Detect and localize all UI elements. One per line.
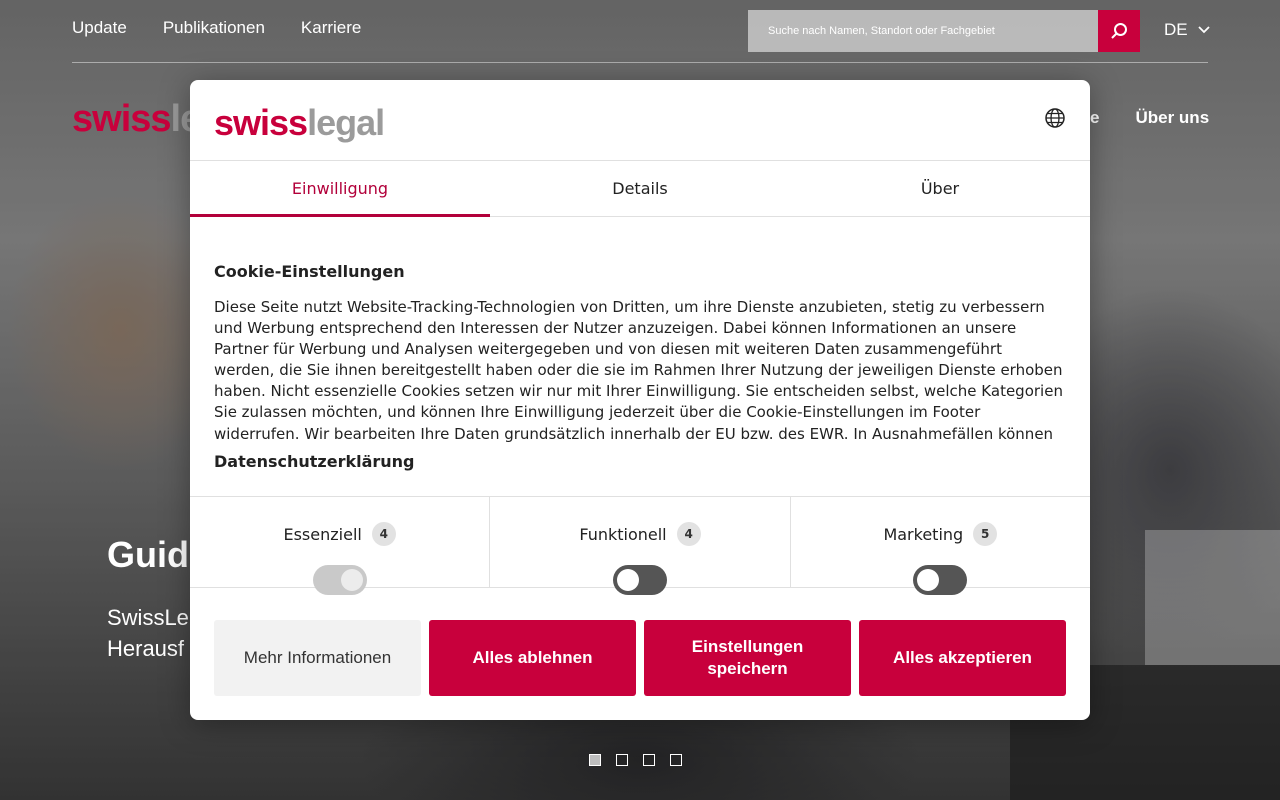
language-selector[interactable]: DE <box>1164 20 1210 40</box>
category-label: Essenziell <box>283 524 362 544</box>
slider-dots <box>589 754 682 766</box>
reject-all-button[interactable]: Alles ablehnen <box>429 620 636 696</box>
hero-subtitle: SwissLe Herausf <box>107 605 189 661</box>
language-label: DE <box>1164 20 1188 39</box>
privacy-policy-link[interactable]: Datenschutzerklärung <box>214 452 415 471</box>
slider-dot-1[interactable] <box>589 754 601 766</box>
category-count-badge: 4 <box>676 522 701 546</box>
header-divider <box>72 62 1208 63</box>
toggle-funktionell[interactable] <box>612 565 667 595</box>
search-input[interactable] <box>748 10 1098 52</box>
chevron-down-icon <box>1197 26 1210 34</box>
save-settings-button[interactable]: Einstellungen speichern <box>644 620 851 696</box>
dialog-tabs: Einwilligung Details Über <box>190 161 1090 217</box>
category-essenziell: Essenziell 4 <box>190 497 491 595</box>
tab-details[interactable]: Details <box>490 161 790 216</box>
main-nav-link-partial[interactable]: e <box>1090 108 1099 128</box>
nav-link-karriere[interactable]: Karriere <box>301 18 361 38</box>
site-logo[interactable]: swissle <box>72 98 201 141</box>
main-nav-link-ueber-uns[interactable]: Über uns <box>1135 108 1209 128</box>
slider-dot-2[interactable] <box>616 754 628 766</box>
slider-dot-3[interactable] <box>643 754 655 766</box>
globe-icon[interactable] <box>1044 107 1066 129</box>
hero-decor-box <box>1145 530 1280 665</box>
nav-link-update[interactable]: Update <box>72 18 127 38</box>
nav-link-publikationen[interactable]: Publikationen <box>163 18 265 38</box>
category-count-badge: 4 <box>371 522 396 546</box>
top-nav: Update Publikationen Karriere <box>72 18 361 38</box>
search-button[interactable] <box>1098 10 1140 52</box>
toggle-marketing[interactable] <box>913 565 968 595</box>
tab-ueber[interactable]: Über <box>790 161 1090 216</box>
cookie-description: Diese Seite nutzt Website-Tracking-Techn… <box>214 298 1063 443</box>
category-count-badge: 5 <box>973 522 998 546</box>
dialog-header: swisslegal <box>190 80 1090 161</box>
hero-title: Guid <box>107 534 189 575</box>
more-info-button[interactable]: Mehr Informationen <box>214 620 421 696</box>
search-icon <box>1111 23 1127 39</box>
cookie-categories: Essenziell 4 Funktionell 4 Marketing 5 <box>190 496 1090 595</box>
dialog-content[interactable]: Cookie-Einstellungen Diese Seite nutzt W… <box>214 240 1066 495</box>
category-label: Marketing <box>883 524 964 544</box>
cookie-consent-dialog: swisslegal Einwilligung Details Über Coo… <box>190 80 1090 720</box>
category-funktionell: Funktionell 4 <box>490 497 791 595</box>
dialog-actions: Mehr Informationen Alles ablehnen Einste… <box>214 620 1066 696</box>
slider-dot-4[interactable] <box>670 754 682 766</box>
search-box <box>748 10 1098 52</box>
category-marketing: Marketing 5 <box>791 497 1090 595</box>
cookie-settings-heading: Cookie-Einstellungen <box>214 262 405 281</box>
accept-all-button[interactable]: Alles akzeptieren <box>859 620 1066 696</box>
dialog-logo: swisslegal <box>214 102 385 143</box>
main-nav: e Über uns <box>1090 108 1209 128</box>
tab-einwilligung[interactable]: Einwilligung <box>190 161 490 217</box>
toggle-essenziell[interactable] <box>312 565 367 595</box>
category-label: Funktionell <box>579 524 667 544</box>
